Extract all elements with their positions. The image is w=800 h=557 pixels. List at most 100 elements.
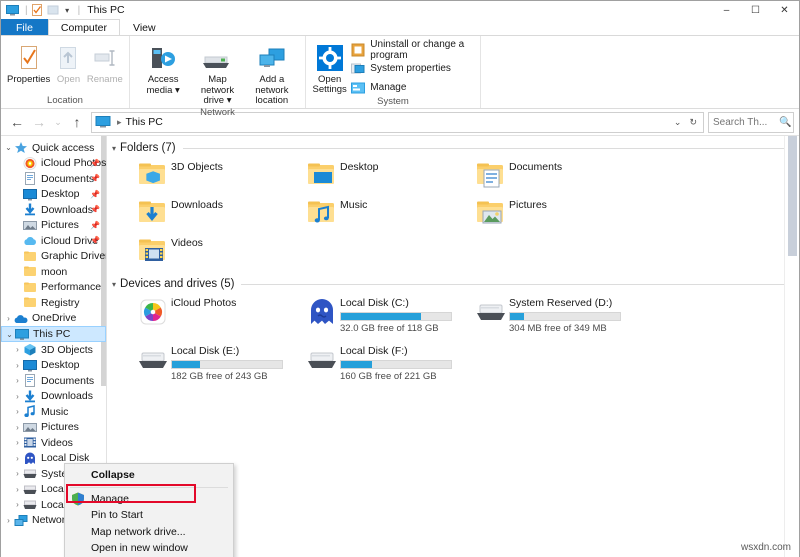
chevron-right-icon[interactable]: ›: [12, 376, 23, 385]
search-input[interactable]: [713, 116, 779, 128]
refresh-button[interactable]: ↻: [685, 117, 701, 128]
folder-name: Music: [340, 199, 368, 211]
folder-tile[interactable]: Downloads: [135, 194, 304, 232]
drive-tile[interactable]: System Reserved (D:) 304 MB free of 349 M…: [473, 292, 642, 340]
sidebar-item-performance[interactable]: Performance: [1, 280, 106, 296]
chevron-down-icon[interactable]: ⌄: [3, 144, 14, 152]
chevron-right-icon[interactable]: ›: [12, 423, 23, 432]
drive-tile[interactable]: Local Disk (E:) 182 GB free of 243 GB: [135, 340, 304, 388]
sidebar-item-icloud-photos[interactable]: iCloud Photos 📌: [1, 156, 106, 172]
search-icon[interactable]: 🔍: [779, 117, 791, 128]
pc-icon[interactable]: [95, 115, 111, 129]
sidebar-item-graphic-driver[interactable]: Graphic Driver: [1, 249, 106, 265]
sidebar-item-documents[interactable]: › Documents: [1, 373, 106, 389]
ribbon-access-media-button[interactable]: Access media ▾: [136, 41, 190, 96]
chevron-right-icon[interactable]: ›: [3, 516, 14, 525]
chevron-down-icon[interactable]: ▾: [112, 144, 116, 153]
sidebar-item-music[interactable]: › Music: [1, 404, 106, 420]
context-menu-item-map-network-drive[interactable]: Map network drive...: [65, 524, 233, 541]
ribbon-properties-button[interactable]: Properties: [7, 41, 50, 86]
new-folder-icon[interactable]: [47, 4, 60, 17]
customize-qat-chevron-down-icon[interactable]: ▾: [63, 4, 72, 17]
chevron-right-icon[interactable]: ›: [12, 469, 23, 478]
close-button[interactable]: ✕: [770, 1, 799, 19]
sidebar-item-quick-access[interactable]: ⌄ Quick access: [1, 140, 106, 156]
sidebar-item-icloud-drive[interactable]: iCloud Drive 📌: [1, 233, 106, 249]
content-scrollbar[interactable]: [784, 136, 799, 557]
ribbon-open-settings-button[interactable]: Open Settings: [312, 41, 347, 95]
ribbon-tabs: File Computer View: [1, 19, 799, 36]
content-scroll-thumb[interactable]: [788, 136, 797, 256]
chevron-down-icon[interactable]: ▾: [112, 280, 116, 289]
context-menu-item-open-in-new-window[interactable]: Open in new window: [65, 540, 233, 557]
chevron-down-icon[interactable]: ⌄: [4, 330, 15, 338]
sidebar-item-pictures[interactable]: › Pictures: [1, 420, 106, 436]
sidebar-item-videos[interactable]: › Videos: [1, 435, 106, 451]
sidebar-item-label: Documents: [41, 374, 95, 387]
chevron-right-icon[interactable]: ›: [12, 407, 23, 416]
ribbon-system-properties-button[interactable]: System properties: [351, 60, 474, 77]
sidebar-item-this-pc[interactable]: ⌄ This PC: [1, 326, 106, 342]
tab-file[interactable]: File: [1, 19, 48, 35]
chevron-right-icon[interactable]: ›: [12, 438, 23, 447]
ribbon-rename-button[interactable]: Rename: [87, 41, 123, 86]
sidebar-item-desktop[interactable]: › Desktop: [1, 358, 106, 374]
up-button[interactable]: ↑: [66, 111, 88, 133]
chevron-right-icon[interactable]: ›: [12, 392, 23, 401]
forward-button[interactable]: →: [28, 111, 50, 133]
search-box[interactable]: 🔍: [708, 111, 794, 133]
drive-tile[interactable]: Local Disk (F:) 160 GB free of 221 GB: [304, 340, 473, 388]
pin-icon[interactable]: 📌: [90, 236, 100, 245]
folder-tile[interactable]: Documents: [473, 156, 642, 194]
context-menu-item-manage[interactable]: Manage: [65, 491, 233, 508]
ribbon-open-button[interactable]: Open: [50, 41, 86, 86]
pin-icon[interactable]: 📌: [90, 174, 100, 183]
drive-tile[interactable]: iCloud Photos: [135, 292, 304, 340]
back-button[interactable]: ←: [6, 111, 28, 133]
ribbon-uninstall-program-button[interactable]: Uninstall or change a program: [351, 38, 474, 61]
chevron-right-icon[interactable]: ›: [12, 500, 23, 509]
maximize-button[interactable]: ☐: [741, 1, 770, 19]
sidebar-item-registry[interactable]: Registry: [1, 295, 106, 311]
breadcrumb-dropdown-chevron-down-icon[interactable]: ⌄: [670, 117, 686, 128]
context-menu[interactable]: Collapse Manage Pin to Start Map network dr…: [64, 463, 234, 557]
sidebar-item-documents[interactable]: Documents 📌: [1, 171, 106, 187]
sidebar-item-desktop[interactable]: Desktop 📌: [1, 187, 106, 203]
chevron-right-icon[interactable]: ›: [12, 345, 23, 354]
group-header-devices[interactable]: ▾ Devices and drives (5): [107, 270, 799, 292]
pin-icon[interactable]: 📌: [90, 190, 100, 199]
context-menu-item-pin-to-start[interactable]: Pin to Start: [65, 507, 233, 524]
sidebar-item-3d-objects[interactable]: › 3D Objects: [1, 342, 106, 358]
folder-tile[interactable]: Videos: [135, 232, 304, 270]
sidebar-item-moon[interactable]: moon: [1, 264, 106, 280]
folder-tile[interactable]: Desktop: [304, 156, 473, 194]
sidebar-item-downloads[interactable]: Downloads 📌: [1, 202, 106, 218]
properties-icon[interactable]: [31, 3, 44, 17]
minimize-button[interactable]: –: [712, 1, 741, 19]
recent-locations-chevron-down-icon[interactable]: ⌄: [50, 111, 66, 133]
group-header-folders[interactable]: ▾ Folders (7): [107, 136, 799, 156]
folder-tile[interactable]: 3D Objects: [135, 156, 304, 194]
pin-icon[interactable]: 📌: [90, 221, 100, 230]
drive-tile[interactable]: Local Disk (C:) 32.0 GB free of 118 GB: [304, 292, 473, 340]
pc-icon[interactable]: [6, 4, 19, 17]
tab-view[interactable]: View: [120, 19, 169, 35]
chevron-right-icon[interactable]: ›: [3, 314, 14, 323]
chevron-right-icon[interactable]: ›: [12, 454, 23, 463]
sidebar-item-downloads[interactable]: › Downloads: [1, 389, 106, 405]
chevron-right-icon[interactable]: ›: [12, 361, 23, 370]
sidebar-item-onedrive[interactable]: › OneDrive: [1, 311, 106, 327]
ribbon-add-network-location-button[interactable]: Add a network location: [245, 41, 299, 107]
pin-icon[interactable]: 📌: [90, 205, 100, 214]
folder-tile[interactable]: Pictures: [473, 194, 642, 232]
pictures-icon: [23, 219, 37, 232]
sidebar-item-pictures[interactable]: Pictures 📌: [1, 218, 106, 234]
ribbon-uninstall-program-label: Uninstall or change a program: [370, 38, 465, 61]
folder-tile[interactable]: Music: [304, 194, 473, 232]
pin-icon[interactable]: 📌: [90, 159, 100, 168]
chevron-right-icon[interactable]: ›: [12, 485, 23, 494]
context-menu-item-collapse[interactable]: Collapse: [65, 467, 233, 484]
ribbon-map-network-drive-button[interactable]: Map network drive ▾: [190, 41, 244, 107]
ribbon-manage-button[interactable]: Manage: [351, 79, 474, 96]
tab-computer[interactable]: Computer: [47, 19, 121, 35]
